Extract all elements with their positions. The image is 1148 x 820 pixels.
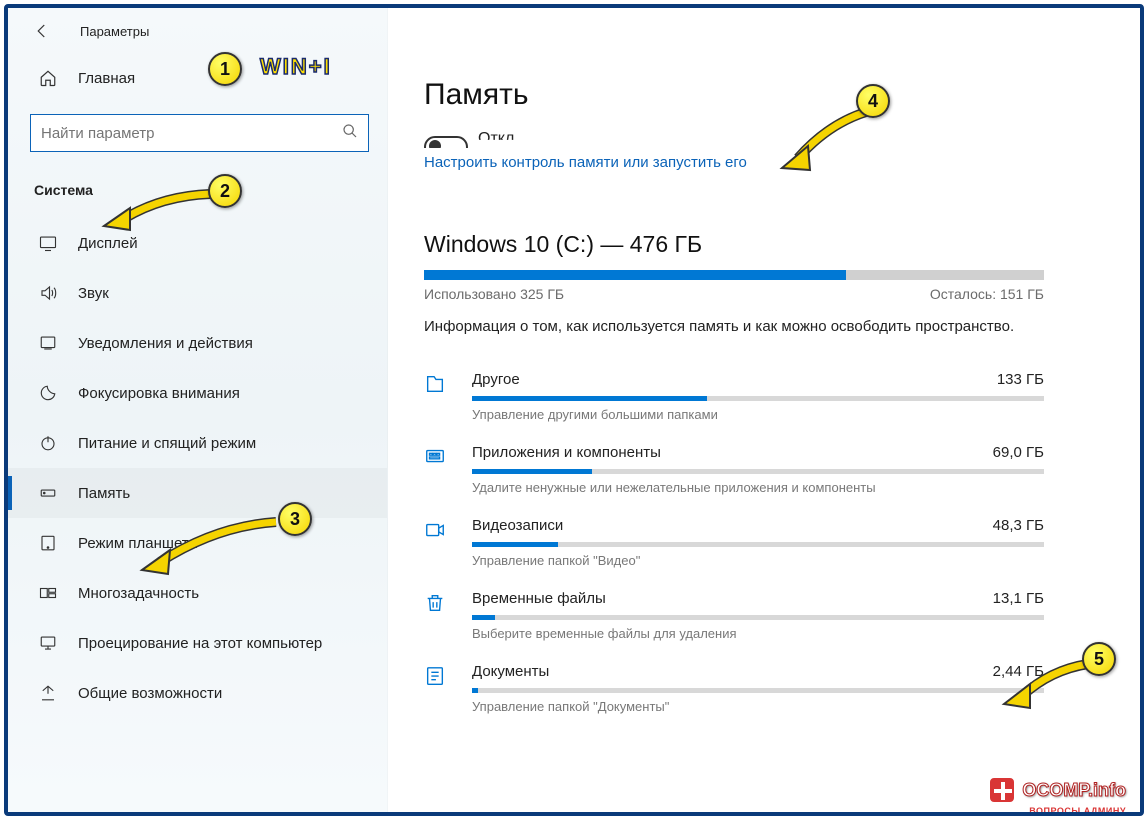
search-icon — [342, 123, 358, 144]
toggle-off-label: Откл. — [478, 130, 519, 148]
sidebar-item-shared[interactable]: Общие возможности — [8, 668, 387, 718]
category-name: Временные файлы — [472, 590, 606, 607]
drive-usage-bar — [424, 270, 1044, 280]
category-desc: Выберите временные файлы для удаления — [472, 626, 1044, 641]
sidebar-item-label: Питание и спящий режим — [78, 435, 256, 452]
search-box[interactable] — [30, 114, 369, 152]
sidebar-item-power[interactable]: Питание и спящий режим — [8, 418, 387, 468]
annotation-badge-5: 5 — [1082, 642, 1116, 676]
annotation-badge-1: 1 — [208, 52, 242, 86]
category-name: Видеозаписи — [472, 517, 563, 534]
page-title: Память — [424, 78, 1100, 112]
search-input[interactable] — [41, 125, 310, 142]
category-bar — [472, 615, 1044, 620]
multi-icon — [38, 583, 58, 603]
annotation-hotkey-text: WIN+I — [260, 54, 332, 80]
annotation-badge-4: 4 — [856, 84, 890, 118]
sidebar-item-label: Общие возможности — [78, 685, 222, 702]
sidebar-item-label: Проецирование на этот компьютер — [78, 635, 322, 652]
sidebar-item-notify[interactable]: Уведомления и действия — [8, 318, 387, 368]
annotation-badge-3: 3 — [278, 502, 312, 536]
watermark-text: OCOMP.info — [1022, 780, 1126, 801]
sidebar-item-storage[interactable]: Память — [8, 468, 387, 518]
focus-icon — [38, 383, 58, 403]
sidebar-item-label: Фокусировка внимания — [78, 385, 240, 402]
category-row-video[interactable]: Видеозаписи 48,3 ГБ Управление папкой "Вид… — [424, 507, 1044, 580]
tablet-icon — [38, 533, 58, 553]
sidebar-item-label: Дисплей — [78, 235, 138, 252]
annotation-arrow-2 — [100, 186, 220, 236]
sidebar-item-label: Многозадачность — [78, 585, 199, 602]
category-name: Документы — [472, 663, 549, 680]
watermark-cross-icon — [988, 776, 1016, 804]
other-icon — [424, 373, 450, 400]
category-size: 133 ГБ — [997, 371, 1044, 388]
docs-icon — [424, 665, 450, 692]
category-row-docs[interactable]: Документы2,44 ГБУправление папкой "Докум… — [424, 653, 1044, 726]
sidebar-item-project[interactable]: Проецирование на этот компьютер — [8, 618, 387, 668]
home-label: Главная — [78, 70, 135, 87]
free-label: Осталось: 151 ГБ — [930, 286, 1044, 302]
window-title: Параметры — [80, 24, 149, 39]
annotation-arrow-4 — [778, 106, 878, 176]
sidebar-item-focus[interactable]: Фокусировка внимания — [8, 368, 387, 418]
category-row-apps[interactable]: Приложения и компоненты 69,0 ГБ Удалите не… — [424, 434, 1044, 507]
category-bar — [472, 688, 1044, 693]
watermark-subtitle: ВОПРОСЫ АДМИНУ — [1029, 806, 1126, 816]
storage-sense-toggle-row: Откл. — [424, 124, 1100, 148]
sidebar: Параметры Главная Система ДисплейЗвукУве… — [8, 8, 388, 812]
watermark: OCOMP.info — [988, 776, 1126, 804]
category-desc: Управление другими большими папками — [472, 407, 1044, 422]
drive-title: Windows 10 (C:) — 476 ГБ — [424, 231, 1100, 258]
storage-icon — [38, 483, 58, 503]
sound-icon — [38, 283, 58, 303]
apps-icon — [424, 446, 450, 473]
category-size: 69,0 ГБ — [993, 444, 1044, 461]
notify-icon — [38, 333, 58, 353]
titlebar: Параметры — [8, 8, 387, 54]
storage-info-text: Информация о том, как используется памят… — [424, 316, 1044, 337]
shared-icon — [38, 683, 58, 703]
category-size: 48,3 ГБ — [993, 517, 1044, 534]
category-size: 13,1 ГБ — [993, 590, 1044, 607]
back-button[interactable] — [32, 21, 52, 41]
category-bar — [472, 396, 1044, 401]
sidebar-item-label: Звук — [78, 285, 109, 302]
annotation-arrow-3 — [136, 514, 286, 584]
storage-sense-toggle[interactable] — [424, 136, 468, 148]
category-desc: Удалите ненужные или нежелательные прило… — [472, 480, 1044, 495]
power-icon — [38, 433, 58, 453]
sidebar-item-label: Уведомления и действия — [78, 335, 253, 352]
project-icon — [38, 633, 58, 653]
video-icon — [424, 519, 450, 546]
category-bar — [472, 542, 1044, 547]
home-icon — [38, 68, 58, 88]
category-desc: Управление папкой "Видео" — [472, 553, 1044, 568]
category-name: Другое — [472, 371, 520, 388]
category-bar — [472, 469, 1044, 474]
storage-sense-configure-link[interactable]: Настроить контроль памяти или запустить … — [424, 154, 747, 171]
category-row-temp[interactable]: Временные файлы 13,1 ГБ Выберите временные… — [424, 580, 1044, 653]
used-label: Использовано 325 ГБ — [424, 286, 564, 302]
category-name: Приложения и компоненты — [472, 444, 661, 461]
display-icon — [38, 233, 58, 253]
sidebar-item-sound[interactable]: Звук — [8, 268, 387, 318]
category-desc: Управление папкой "Документы" — [472, 699, 1044, 714]
annotation-badge-2: 2 — [208, 174, 242, 208]
temp-icon — [424, 592, 450, 619]
category-row-other[interactable]: Другое 133 ГБ Управление другими большими … — [424, 361, 1044, 434]
sidebar-item-label: Память — [78, 485, 130, 502]
drive-usage-labels: Использовано 325 ГБ Осталось: 151 ГБ — [424, 286, 1044, 302]
